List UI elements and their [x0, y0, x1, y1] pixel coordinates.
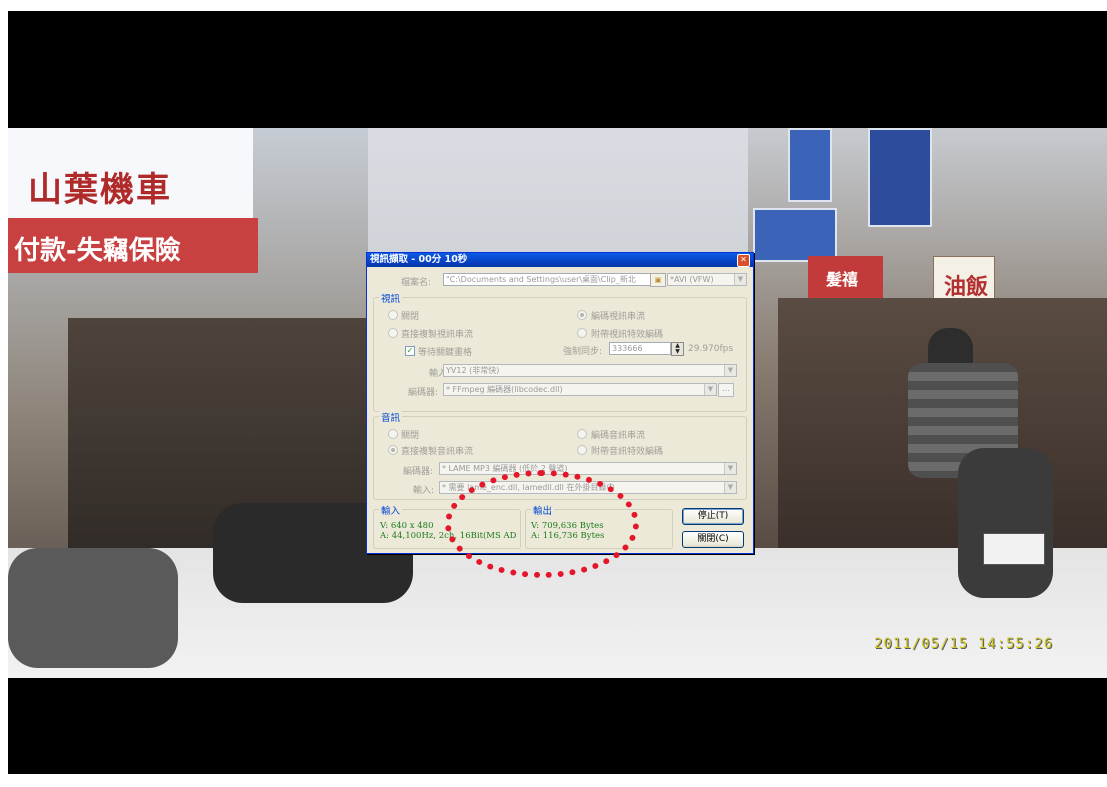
- video-off-label: 關閉: [401, 312, 420, 322]
- sync-input[interactable]: 333666: [609, 342, 671, 355]
- stop-button[interactable]: 停止(T): [682, 508, 744, 525]
- yamaha-sign-text: 山葉機車: [28, 170, 172, 210]
- video-input-value: YV12 (非常快): [446, 366, 500, 375]
- audio-encoder-select[interactable]: * LAME MP3 編碼器 (低於 2 聲道) ▼: [439, 462, 737, 475]
- insurance-sign: 付款-失竊保險: [8, 218, 258, 273]
- video-encode-radio[interactable]: [577, 310, 587, 320]
- scooter: [958, 448, 1053, 598]
- blue-sign: [788, 128, 832, 202]
- blue-sign: [868, 128, 932, 227]
- dialog-title: 視訊擷取 - 00分 10秒: [370, 254, 468, 265]
- encoder-config-button[interactable]: ...: [718, 383, 734, 397]
- video-filter-radio[interactable]: [577, 328, 587, 338]
- encoder-label: 編碼器:: [408, 388, 439, 398]
- video-encoder-value: * FFmpeg 編碼器(libcodec.dll): [446, 385, 563, 394]
- sync-spinner[interactable]: ▲ ▼: [671, 342, 684, 356]
- helmet: [928, 328, 973, 368]
- audio-off-radio[interactable]: [388, 429, 398, 439]
- audio-off-label: 關閉: [401, 431, 420, 441]
- white-sign-text: 油飯: [944, 275, 989, 300]
- video-copy-label: 直接複製視訊串流: [401, 330, 474, 340]
- input-stats-title: 輸入: [379, 503, 403, 517]
- input-video-stat: V: 640 x 480: [380, 521, 434, 531]
- video-copy-radio[interactable]: [388, 328, 398, 338]
- chevron-down-icon: ▼: [724, 482, 736, 493]
- yamaha-sign: 山葉機車: [8, 128, 253, 222]
- license-plate: [983, 533, 1045, 565]
- chevron-down-icon: ▼: [724, 365, 736, 376]
- audio-filter-radio[interactable]: [577, 445, 587, 455]
- file-name-field[interactable]: "C:\Documents and Settings\user\桌面\Clip_…: [443, 273, 651, 286]
- keyframe-checkbox[interactable]: ✓: [405, 346, 415, 356]
- insurance-sign-text: 付款-失竊保險: [14, 236, 181, 266]
- fps-label: 29.970fps: [688, 344, 734, 354]
- audio-group-title: 音訊: [379, 410, 403, 424]
- sync-label: 強制同步:: [563, 347, 603, 357]
- red-sign: 髮禧: [808, 256, 883, 301]
- chevron-down-icon: ▼: [704, 384, 716, 395]
- video-off-radio[interactable]: [388, 310, 398, 320]
- video-encode-label: 編碼視訊串流: [591, 312, 646, 322]
- chevron-down-icon: ▼: [724, 463, 736, 474]
- audio-encoder-label: 編碼器:: [403, 467, 434, 477]
- red-sign-text: 髮禧: [826, 270, 859, 289]
- video-input-select[interactable]: YV12 (非常快) ▼: [443, 364, 737, 377]
- keyframe-label: 等待關鍵畫格: [418, 348, 473, 358]
- highlight-annotation: [445, 470, 639, 578]
- audio-encode-label: 編碼音訊串流: [591, 431, 646, 441]
- parked-scooter: [8, 548, 178, 668]
- format-select[interactable]: *AVI (VFW) ▼: [667, 273, 747, 286]
- video-encoder-select[interactable]: * FFmpeg 編碼器(libcodec.dll) ▼: [443, 383, 717, 396]
- close-icon[interactable]: ✕: [737, 254, 750, 267]
- dialog-titlebar: 視訊擷取 - 00分 10秒 ✕: [367, 253, 753, 267]
- video-timestamp: 2011/05/15 14:55:26: [874, 636, 1054, 652]
- file-label: 檔案名:: [401, 278, 432, 288]
- audio-input-label: 輸入:: [413, 486, 435, 496]
- blue-sign: [753, 208, 837, 262]
- video-filter-label: 附帶視訊特效編碼: [591, 330, 664, 340]
- close-button[interactable]: 關閉(C): [682, 531, 744, 548]
- format-select-value: *AVI (VFW): [670, 275, 714, 284]
- audio-filter-label: 附帶音訊特效編碼: [591, 447, 664, 457]
- audio-encode-radio[interactable]: [577, 429, 587, 439]
- scooter-rider: [903, 328, 1053, 608]
- video-group-title: 視訊: [379, 291, 403, 305]
- audio-copy-radio[interactable]: [388, 445, 398, 455]
- folder-icon[interactable]: ▣: [650, 273, 666, 287]
- chevron-down-icon: ▼: [734, 274, 746, 285]
- audio-copy-label: 直接複製音訊串流: [401, 447, 474, 457]
